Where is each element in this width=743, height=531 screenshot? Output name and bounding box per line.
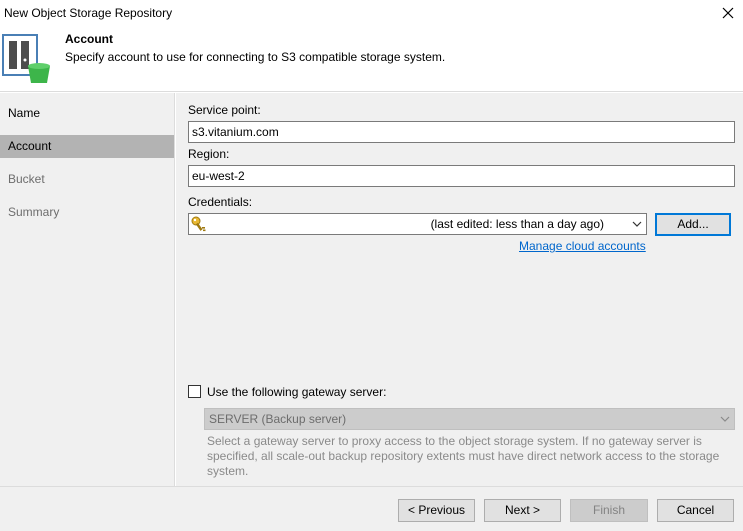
- sidebar-item-bucket[interactable]: Bucket: [0, 168, 174, 191]
- close-button[interactable]: [713, 0, 743, 26]
- gateway-server-checkbox[interactable]: [188, 385, 201, 398]
- service-point-input[interactable]: s3.vitanium.com: [188, 121, 735, 143]
- credentials-value: (last edited: less than a day ago): [430, 217, 604, 231]
- object-storage-icon: [2, 34, 50, 83]
- region-input[interactable]: eu-west-2: [188, 165, 735, 187]
- chevron-down-icon: [632, 221, 642, 227]
- service-point-label: Service point:: [188, 103, 261, 117]
- title-bar: New Object Storage Repository: [0, 0, 743, 26]
- account-step-panel: Service point: s3.vitanium.com Region: e…: [176, 93, 743, 486]
- wizard-header: Account Specify account to use for conne…: [0, 26, 743, 92]
- region-label: Region:: [188, 147, 230, 161]
- credentials-label: Credentials:: [188, 195, 253, 209]
- sidebar-item-name[interactable]: Name: [0, 102, 174, 125]
- next-button[interactable]: Next >: [484, 499, 561, 522]
- sidebar-item-account[interactable]: Account: [0, 135, 174, 158]
- page-title: Account: [65, 32, 113, 46]
- close-icon: [722, 7, 734, 19]
- manage-cloud-accounts-link[interactable]: Manage cloud accounts: [519, 239, 646, 253]
- credentials-dropdown[interactable]: (last edited: less than a day ago): [188, 213, 647, 235]
- wizard-footer: < Previous Next > Finish Cancel: [0, 486, 743, 531]
- gateway-server-checkbox-label[interactable]: Use the following gateway server:: [207, 385, 386, 399]
- chevron-down-icon: [720, 416, 730, 422]
- gateway-server-value: SERVER (Backup server): [209, 412, 347, 426]
- previous-button[interactable]: < Previous: [398, 499, 475, 522]
- sidebar-item-summary[interactable]: Summary: [0, 201, 174, 224]
- wizard-steps-sidebar: Name Account Bucket Summary: [0, 93, 175, 486]
- cancel-button[interactable]: Cancel: [657, 499, 734, 522]
- add-credentials-button[interactable]: Add...: [655, 213, 731, 236]
- key-icon: [191, 216, 206, 232]
- finish-button[interactable]: Finish: [570, 499, 648, 522]
- window-title: New Object Storage Repository: [4, 6, 173, 20]
- gateway-server-hint: Select a gateway server to proxy access …: [207, 434, 720, 478]
- gateway-server-dropdown[interactable]: SERVER (Backup server): [204, 408, 735, 430]
- page-description: Specify account to use for connecting to…: [65, 50, 446, 64]
